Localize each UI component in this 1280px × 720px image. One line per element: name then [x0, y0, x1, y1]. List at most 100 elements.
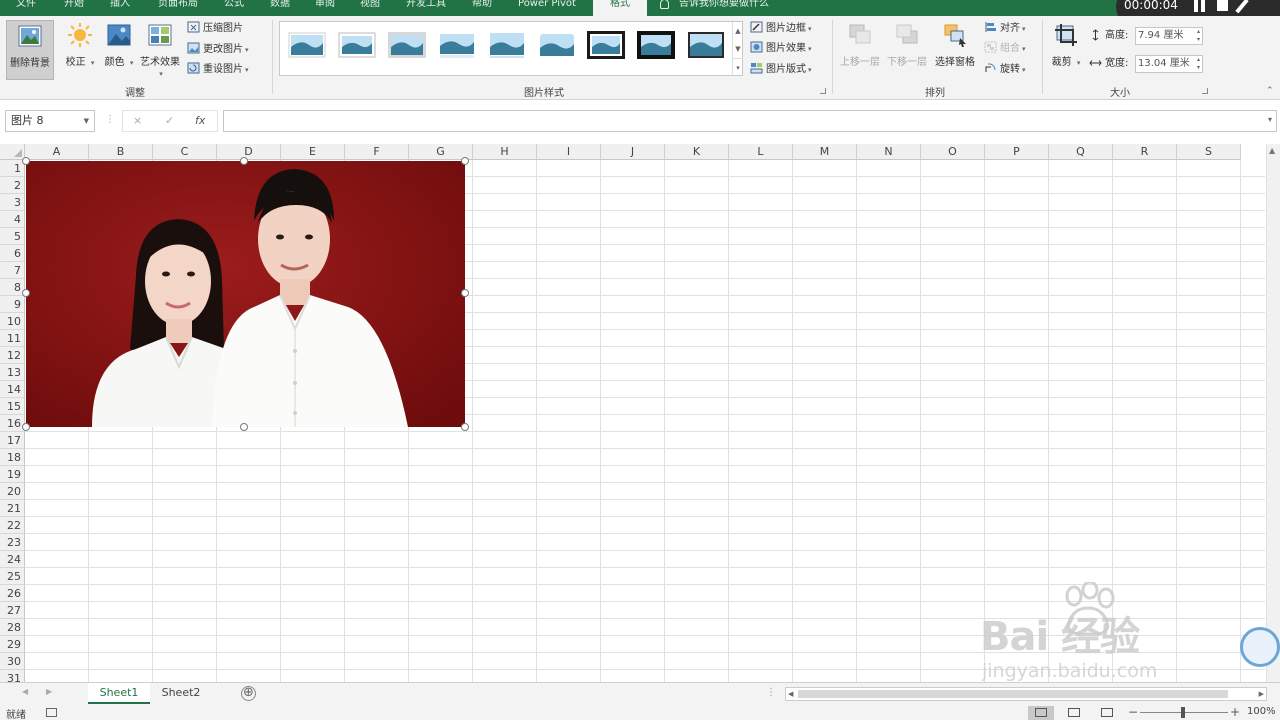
width-input[interactable]: 13.04 厘米 ▴ ▾ [1135, 55, 1203, 73]
tab-data[interactable]: 数据 [260, 0, 300, 16]
tell-me-search[interactable]: 告诉我你想要做什么 [660, 0, 769, 16]
enter-icon[interactable]: ✓ [165, 111, 174, 131]
row-header-7[interactable]: 7 [0, 262, 25, 279]
column-header-p[interactable]: P [985, 144, 1049, 160]
tab-format[interactable]: 格式 [593, 0, 647, 16]
resize-handle-top-right[interactable] [461, 157, 469, 165]
row-header-9[interactable]: 9 [0, 296, 25, 313]
row-header-18[interactable]: 18 [0, 449, 25, 466]
group-button[interactable]: 组合 ▾ [984, 40, 1026, 58]
name-box[interactable]: 图片 8 ▼ [5, 110, 95, 132]
style-thumbnail-5[interactable] [487, 29, 527, 61]
style-thumbnail-6[interactable] [537, 29, 577, 61]
tab-view[interactable]: 视图 [350, 0, 390, 16]
tab-power-pivot[interactable]: Power Pivot [508, 0, 586, 16]
scroll-thumb[interactable] [798, 690, 1228, 698]
row-header-19[interactable]: 19 [0, 466, 25, 483]
column-header-s[interactable]: S [1177, 144, 1241, 160]
tab-home[interactable]: 开始 [54, 0, 94, 16]
row-header-20[interactable]: 20 [0, 483, 25, 500]
resize-handle-bottom-right[interactable] [461, 423, 469, 431]
column-header-q[interactable]: Q [1049, 144, 1113, 160]
rotate-button[interactable]: 旋转 ▾ [984, 61, 1026, 79]
style-thumbnail-2[interactable] [337, 29, 377, 61]
remove-background-button[interactable]: 删除背景 [6, 20, 54, 80]
column-header-m[interactable]: M [793, 144, 857, 160]
row-header-14[interactable]: 14 [0, 381, 25, 398]
resize-handle-left[interactable] [22, 289, 30, 297]
gallery-scroll-down-icon[interactable]: ▼ [732, 40, 743, 58]
column-header-b[interactable]: B [89, 144, 153, 160]
scroll-left-icon[interactable]: ◀ [788, 688, 793, 700]
row-header-22[interactable]: 22 [0, 517, 25, 534]
row-header-4[interactable]: 4 [0, 211, 25, 228]
chevron-down-icon[interactable]: ▼ [84, 111, 89, 131]
formula-input[interactable]: ▾ [223, 110, 1277, 132]
row-header-23[interactable]: 23 [0, 534, 25, 551]
column-header-n[interactable]: N [857, 144, 921, 160]
row-header-26[interactable]: 26 [0, 585, 25, 602]
spinner-icon[interactable]: ▴ ▾ [1197, 28, 1200, 44]
selection-pane-button[interactable]: 选择窗格 [932, 20, 978, 80]
row-header-27[interactable]: 27 [0, 602, 25, 619]
insert-function-icon[interactable]: fx [195, 111, 205, 131]
row-header-13[interactable]: 13 [0, 364, 25, 381]
height-input[interactable]: 7.94 厘米 ▴ ▾ [1135, 27, 1203, 45]
column-header-i[interactable]: I [537, 144, 601, 160]
tab-insert[interactable]: 插入 [100, 0, 140, 16]
column-header-r[interactable]: R [1113, 144, 1177, 160]
selected-picture[interactable] [26, 161, 465, 427]
scroll-right-icon[interactable]: ▶ [1259, 688, 1264, 700]
column-header-e[interactable]: E [281, 144, 345, 160]
style-thumbnail-3[interactable] [387, 29, 427, 61]
dialog-launcher-icon[interactable] [820, 88, 826, 94]
resize-handle-bottom[interactable] [240, 423, 248, 431]
column-header-c[interactable]: C [153, 144, 217, 160]
row-header-17[interactable]: 17 [0, 432, 25, 449]
macro-record-icon[interactable] [46, 708, 57, 717]
compress-pictures-button[interactable]: 压缩图片 [187, 20, 243, 38]
resize-handle-right[interactable] [461, 289, 469, 297]
vertical-scrollbar[interactable]: ▲ [1266, 144, 1280, 682]
row-header-16[interactable]: 16 [0, 415, 25, 432]
picture-effects-button[interactable]: 图片效果 ▾ [750, 40, 812, 58]
row-header-3[interactable]: 3 [0, 194, 25, 211]
row-header-5[interactable]: 5 [0, 228, 25, 245]
style-thumbnail-1[interactable] [287, 29, 327, 61]
normal-view-button[interactable] [1028, 706, 1054, 720]
resize-handle-top[interactable] [240, 157, 248, 165]
row-header-11[interactable]: 11 [0, 330, 25, 347]
gallery-scroll-up-icon[interactable]: ▲ [732, 22, 743, 40]
column-header-o[interactable]: O [921, 144, 985, 160]
tab-developer[interactable]: 开发工具 [396, 0, 456, 16]
column-header-h[interactable]: H [473, 144, 537, 160]
row-header-29[interactable]: 29 [0, 636, 25, 653]
pen-icon[interactable] [1235, 0, 1249, 14]
row-header-1[interactable]: 1 [0, 160, 25, 177]
row-header-25[interactable]: 25 [0, 568, 25, 585]
tab-formulas[interactable]: 公式 [214, 0, 254, 16]
stop-icon[interactable] [1217, 0, 1228, 11]
zoom-level[interactable]: 100% [1247, 706, 1276, 717]
row-header-6[interactable]: 6 [0, 245, 25, 262]
assistant-badge-icon[interactable] [1240, 627, 1280, 667]
gallery-more-icon[interactable]: ▾ [732, 58, 743, 76]
row-header-28[interactable]: 28 [0, 619, 25, 636]
reset-picture-button[interactable]: 重设图片 ▾ [187, 61, 249, 79]
tab-review[interactable]: 审阅 [305, 0, 345, 16]
color-button[interactable]: 颜色 ▾ [97, 20, 141, 80]
zoom-slider-knob[interactable] [1181, 707, 1185, 718]
picture-layout-button[interactable]: 图片版式 ▾ [750, 61, 812, 79]
select-all-corner[interactable] [0, 144, 25, 160]
zoom-in-icon[interactable]: + [1230, 705, 1240, 719]
column-header-d[interactable]: D [217, 144, 281, 160]
resize-handle-top-left[interactable] [22, 157, 30, 165]
row-header-10[interactable]: 10 [0, 313, 25, 330]
row-header-12[interactable]: 12 [0, 347, 25, 364]
zoom-out-icon[interactable]: − [1128, 705, 1138, 719]
row-header-30[interactable]: 30 [0, 653, 25, 670]
align-button[interactable]: 对齐 ▾ [984, 20, 1026, 38]
column-header-k[interactable]: K [665, 144, 729, 160]
prev-sheet-icon[interactable]: ◀ [22, 687, 28, 696]
expand-formula-icon[interactable]: ▾ [1268, 115, 1272, 124]
